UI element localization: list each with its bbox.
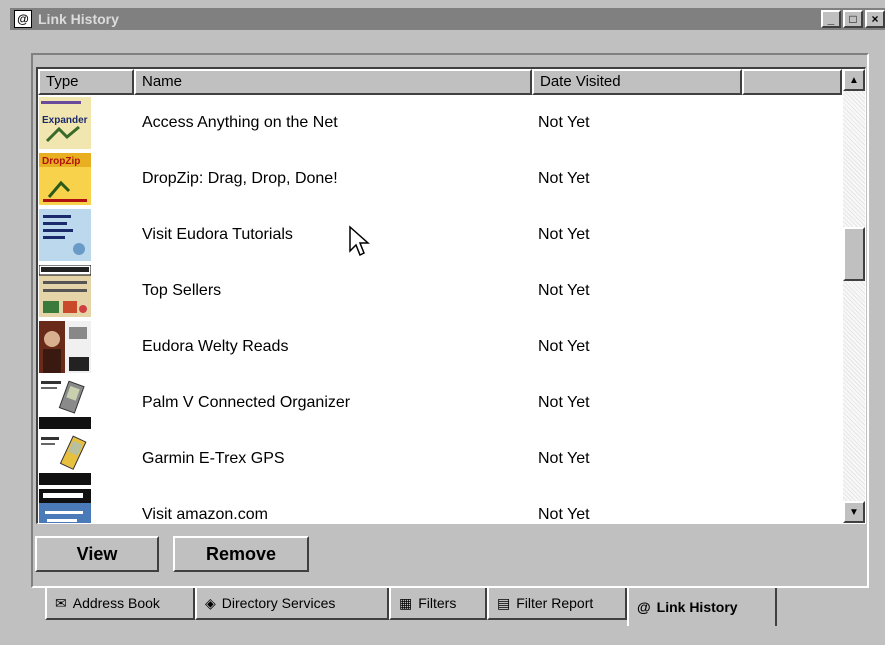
- link-name: Visit Eudora Tutorials: [142, 226, 293, 243]
- column-header-date-visited[interactable]: Date Visited: [532, 69, 742, 95]
- dropzip-thumbnail: DropZip: [39, 153, 91, 205]
- tab-filters[interactable]: ▦ Filters: [389, 588, 487, 620]
- list-item[interactable]: Expander Access Anything on the Net Not …: [38, 95, 842, 151]
- date-visited: Not Yet: [538, 338, 590, 355]
- tab-filter-report[interactable]: ▤ Filter Report: [487, 588, 627, 620]
- tab-label: Address Book: [72, 595, 160, 611]
- maximize-button[interactable]: □: [843, 10, 863, 28]
- scroll-thumb[interactable]: [843, 227, 865, 281]
- filter-report-icon: ▤: [497, 594, 511, 611]
- tab-label: Filter Report: [516, 595, 594, 611]
- link-name: Access Anything on the Net: [142, 114, 338, 131]
- date-visited: Not Yet: [538, 226, 590, 243]
- link-history-window: @ Link History _ □ × Type Name Date Visi…: [0, 0, 885, 645]
- amazon-thumbnail: [39, 489, 91, 523]
- list-item[interactable]: DropZip DropZip: Drag, Drop, Done! Not Y…: [38, 151, 842, 207]
- directory-services-icon: ◈: [205, 594, 216, 611]
- link-name: Palm V Connected Organizer: [142, 394, 351, 411]
- date-visited: Not Yet: [538, 506, 590, 523]
- date-visited: Not Yet: [538, 394, 590, 411]
- link-name: Top Sellers: [142, 282, 222, 299]
- tab-label: Link History: [656, 599, 738, 615]
- tab-directory-services[interactable]: ◈ Directory Services: [195, 588, 389, 620]
- top-sellers-thumbnail: [39, 265, 91, 317]
- view-button[interactable]: View: [35, 536, 159, 572]
- scroll-down-arrow[interactable]: ▼: [843, 501, 865, 523]
- scroll-up-arrow[interactable]: ▲: [843, 69, 865, 91]
- link-name: Garmin E-Trex GPS: [142, 450, 285, 467]
- tab-label: Filters: [418, 595, 457, 611]
- column-header-name[interactable]: Name: [134, 69, 532, 95]
- column-header-extra[interactable]: [742, 69, 842, 95]
- filters-icon: ▦: [399, 594, 413, 611]
- list-item[interactable]: Garmin E-Trex GPS Not Yet: [38, 431, 842, 487]
- link-history-list[interactable]: Type Name Date Visited Expander Access A…: [36, 67, 866, 524]
- link-name: Visit amazon.com: [142, 506, 268, 523]
- date-visited: Not Yet: [538, 114, 590, 131]
- tab-address-book[interactable]: ✉ Address Book: [45, 588, 195, 620]
- thumb-label: Expander: [42, 115, 88, 126]
- window-title: Link History: [38, 11, 119, 27]
- link-name: DropZip: Drag, Drop, Done!: [142, 170, 338, 187]
- tab-link-history[interactable]: @ Link History: [627, 588, 777, 626]
- eudora-app-icon[interactable]: @: [14, 10, 32, 28]
- date-visited: Not Yet: [538, 170, 590, 187]
- column-header-type[interactable]: Type: [38, 69, 134, 95]
- window-controls: _ □ ×: [819, 10, 885, 28]
- list-item[interactable]: Top Sellers Not Yet: [38, 263, 842, 319]
- list-header: Type Name Date Visited: [38, 69, 842, 95]
- date-visited: Not Yet: [538, 450, 590, 467]
- list-item[interactable]: Eudora Welty Reads Not Yet: [38, 319, 842, 375]
- vertical-scrollbar[interactable]: ▲ ▼: [843, 69, 865, 523]
- close-button[interactable]: ×: [865, 10, 885, 28]
- date-visited: Not Yet: [538, 282, 590, 299]
- down-arrow-icon: ▼: [849, 506, 859, 518]
- title-bar[interactable]: @ Link History _ □ ×: [10, 8, 885, 30]
- eudora-tutorials-thumbnail: [39, 209, 91, 261]
- link-name: Eudora Welty Reads: [142, 338, 289, 355]
- thumb-label: DropZip: [42, 156, 80, 167]
- garmin-etrex-thumbnail: [39, 433, 91, 485]
- palm-v-thumbnail: [39, 377, 91, 429]
- link-history-icon: @: [637, 599, 651, 615]
- list-item[interactable]: Visit Eudora Tutorials Not Yet: [38, 207, 842, 263]
- eudora-welty-thumbnail: [39, 321, 91, 373]
- tab-label: Directory Services: [221, 595, 336, 611]
- address-book-icon: ✉: [55, 594, 67, 611]
- list-item[interactable]: Visit amazon.com Not Yet: [38, 487, 842, 523]
- list-item[interactable]: Palm V Connected Organizer Not Yet: [38, 375, 842, 431]
- expander-thumbnail: Expander: [39, 97, 91, 149]
- mouse-pointer-icon: [349, 225, 370, 257]
- list-rows: Expander Access Anything on the Net Not …: [38, 95, 842, 523]
- minimize-button[interactable]: _: [821, 10, 841, 28]
- up-arrow-icon: ▲: [849, 74, 859, 86]
- remove-button[interactable]: Remove: [173, 536, 309, 572]
